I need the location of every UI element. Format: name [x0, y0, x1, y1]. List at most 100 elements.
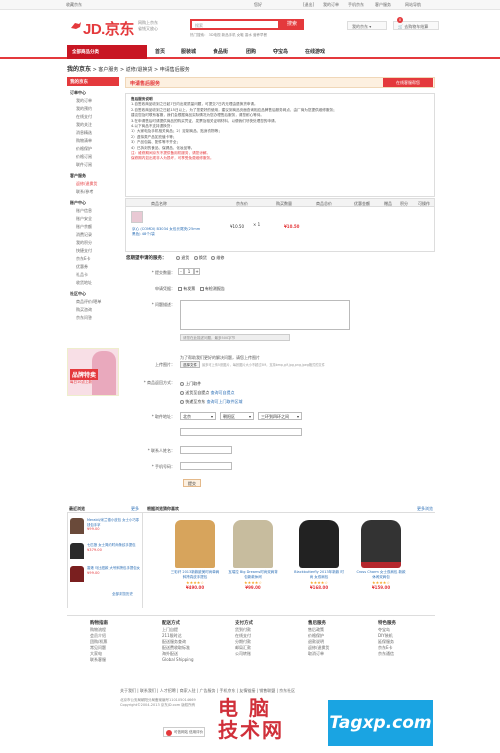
sidebar-item[interactable]: 购物清单	[67, 137, 119, 145]
recent-item-image[interactable]	[70, 566, 84, 582]
upload-button[interactable]: 选择文件	[180, 361, 200, 368]
description-textarea[interactable]	[180, 300, 350, 330]
sidebar-item[interactable]: 我的预约	[67, 105, 119, 113]
footer-link[interactable]: 京东通信	[378, 651, 396, 657]
sidebar-item[interactable]: 京东问答	[67, 314, 119, 322]
product-name[interactable]: Blackbutterfly 2013年新款 时尚 女双肩包	[294, 570, 344, 580]
recent-item-image[interactable]	[70, 518, 84, 534]
footer-link[interactable]: Global Shipping	[162, 657, 193, 663]
radio-pickup[interactable]	[180, 382, 184, 386]
nav-item-home[interactable]: 首页	[155, 48, 165, 55]
sidebar-item[interactable]: 优惠券	[67, 263, 119, 271]
brand-sale-banner[interactable]: 品牌特卖 每日10点上新	[67, 348, 119, 396]
checkbox-report[interactable]	[199, 287, 204, 291]
breadcrumb-title[interactable]: 我的京东	[67, 66, 91, 73]
sidebar-item[interactable]: 我的积分	[67, 239, 119, 247]
radio-return[interactable]	[176, 256, 180, 260]
product-name-link[interactable]: 京心 (COMDI) B3034 女包长尾夹(25mm黑色) 48个/袋	[132, 227, 202, 237]
street-address-input[interactable]	[180, 428, 302, 436]
qty-plus-button[interactable]: +	[194, 268, 200, 275]
online-service-button[interactable]: 在线客服帮您	[383, 78, 433, 87]
sidebar-item[interactable]: 礼品卡	[67, 271, 119, 279]
radio-selfpoint[interactable]	[180, 391, 184, 395]
sidebar-item[interactable]: 购买咨询	[67, 306, 119, 314]
footer-link[interactable]: 联系客服	[90, 657, 108, 663]
footer-link[interactable]: 取消订单	[308, 651, 329, 657]
radio-repair[interactable]	[211, 256, 216, 260]
qty-stepper[interactable]: -1 +	[178, 268, 200, 275]
sidebar-item[interactable]: 快捷支付	[67, 247, 119, 255]
search-input[interactable]: 搜索	[190, 19, 280, 30]
district-select[interactable]: 三环到四环之间 ▾	[258, 412, 302, 420]
submit-button[interactable]: 提交	[183, 479, 201, 487]
sidebar-item[interactable]: 消费记录	[67, 231, 119, 239]
province-select[interactable]: 北京 ▾	[180, 412, 216, 420]
city-select[interactable]: 朝阳区 ▾	[220, 412, 254, 420]
sidebar-item[interactable]: 商品评价/晒单	[67, 298, 119, 306]
logo[interactable]: JD.京东	[83, 18, 134, 39]
sidebar-item[interactable]: 我的订单	[67, 97, 119, 105]
selfpoint-link[interactable]: 查询可自提点	[211, 390, 235, 395]
product-thumbnail[interactable]	[131, 211, 143, 223]
sidebar-item-returns[interactable]: 返修/退换货	[67, 180, 119, 188]
my-jd-button[interactable]: 我的京东 ▾	[347, 21, 387, 30]
footer-link[interactable]: 公司转账	[235, 651, 253, 657]
qty-input[interactable]: 1	[184, 268, 194, 275]
recent-more-link[interactable]: 更多	[131, 506, 139, 512]
customer-service-link[interactable]: 客户服务	[375, 2, 391, 8]
recent-item-name[interactable]: 七匹狼 女士简约时尚条纹手提包	[87, 543, 140, 548]
product-image[interactable]	[175, 520, 215, 568]
search-button[interactable]: 搜索	[280, 19, 304, 30]
all-categories-button[interactable]: 全部商品分类	[67, 45, 147, 59]
sidebar-item[interactable]: 收货地址	[67, 279, 119, 287]
checkbox-invoice[interactable]	[178, 287, 182, 291]
recent-item[interactable]: 七匹狼 女士简约时尚条纹手提包 ¥379.00	[70, 543, 140, 559]
pickup-area-link[interactable]: 查询可上门取件区域	[207, 399, 243, 404]
product-name[interactable]: Cross Charm 女士双肩包 新款休闲双肩包	[356, 570, 406, 580]
recent-item-name[interactable]: 香港 马比纽款 大号斜挎包手提包女	[87, 566, 140, 571]
sidebar-item[interactable]: 账户信息	[67, 207, 119, 215]
bottom-links[interactable]: 关于我们 | 联系我们 | 人才招聘 | 商家入驻 | 广告服务 | 手机京东 …	[120, 688, 295, 694]
nav-item-groupbuy[interactable]: 团购	[246, 48, 256, 55]
sidebar-title[interactable]: 我的京东	[67, 77, 119, 86]
recent-item[interactable]: 香港 马比纽款 大号斜挎包手提包女 ¥99.00	[70, 566, 140, 582]
nav-item-auction[interactable]: 夺宝岛	[273, 48, 288, 55]
recent-item-name[interactable]: Meraldi/米兰德小皮包 女士小巧零钱包手拿	[87, 518, 140, 527]
recommended-product[interactable]: 三彩纤 2013新款欧美时尚单肩斜挎真皮手提包 ★★★★☆ ¥490.00	[170, 520, 220, 610]
radio-express[interactable]	[180, 400, 184, 404]
product-image[interactable]	[299, 520, 339, 568]
sidebar-item[interactable]: 在线支付	[67, 113, 119, 121]
sidebar-item[interactable]: 我的关注	[67, 121, 119, 129]
browse-history-link[interactable]: 全部浏览历史	[112, 592, 133, 597]
nav-item-clothing[interactable]: 服装城	[181, 48, 196, 55]
breadcrumb-path[interactable]: > 客户服务 > 返修/退换货 > 申请售后服务	[93, 67, 190, 73]
sidebar-item[interactable]: 京东E卡	[67, 255, 119, 263]
trust-badge[interactable]: 可信网站 信用评价	[163, 727, 205, 737]
recommended-product[interactable]: Cross Charm 女士双肩包 新款休闲双肩包 ★★★★☆ ¥159.00	[356, 520, 406, 610]
recommend-more-link[interactable]: 更多浏览	[417, 506, 433, 512]
product-image[interactable]	[233, 520, 273, 568]
sidebar-item[interactable]: 账户安全	[67, 215, 119, 223]
product-name[interactable]: 三彩纤 2013新款欧美时尚单肩斜挎真皮手提包	[170, 570, 220, 580]
hot-searches[interactable]: 热门搜索： 3D电视 新品手机 女鞋 香水 营养早餐	[190, 33, 267, 38]
site-nav-link[interactable]: 网站导航	[405, 2, 421, 8]
sidebar-item[interactable]: 账户余额	[67, 223, 119, 231]
product-name[interactable]: 瓦瑞拉 Big Dreams时尚双肩背包新款休闲	[228, 570, 278, 580]
sidebar-item[interactable]: 联件订阅	[67, 161, 119, 169]
my-orders-link[interactable]: 我的订单	[323, 2, 339, 8]
contact-name-input[interactable]	[180, 446, 232, 454]
recommended-product[interactable]: Blackbutterfly 2013年新款 时尚 女双肩包 ★★★★☆ ¥16…	[294, 520, 344, 610]
mobile-jd-link[interactable]: 手机京东	[348, 2, 364, 8]
sidebar-item[interactable]: 联系/参考	[67, 188, 119, 196]
sidebar-item[interactable]: 价格保护	[67, 145, 119, 153]
phone-input[interactable]	[180, 462, 232, 470]
nav-item-food[interactable]: 食品街	[213, 48, 228, 55]
recent-item-image[interactable]	[70, 543, 84, 559]
radio-exchange[interactable]	[193, 256, 198, 260]
nav-item-games[interactable]: 在线游戏	[305, 48, 325, 55]
logout-link[interactable]: [退出]	[303, 2, 314, 8]
sidebar-item[interactable]: 消息精选	[67, 129, 119, 137]
product-image[interactable]	[361, 520, 401, 568]
recent-item[interactable]: Meraldi/米兰德小皮包 女士小巧零钱包手拿 ¥99.00	[70, 518, 140, 534]
favorite-link[interactable]: 收藏京东	[66, 2, 82, 8]
